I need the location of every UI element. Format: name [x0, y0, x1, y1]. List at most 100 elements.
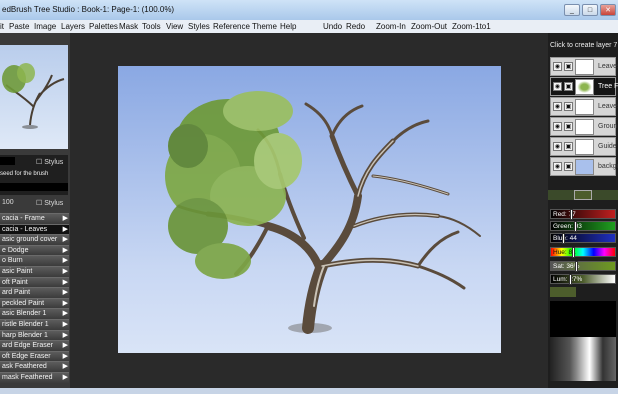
menu-help[interactable]: Help [280, 22, 296, 31]
size-stylus-checkbox[interactable]: ☐ Stylus [36, 199, 63, 207]
brush-item[interactable]: asic Paint ▶ [0, 265, 69, 277]
brush-item[interactable]: cacia - Frame ▶ [0, 213, 69, 224]
eye-icon[interactable]: ◉ [553, 142, 562, 151]
submenu-arrow-icon[interactable]: ▶ [63, 373, 68, 383]
submenu-arrow-icon[interactable]: ▶ [63, 288, 68, 298]
menu-reference[interactable]: Reference [213, 22, 250, 31]
color-mixer[interactable] [550, 301, 616, 381]
eye-icon[interactable]: ◉ [553, 82, 562, 91]
brush-item[interactable]: o Burn ▶ [0, 255, 69, 266]
layer-row[interactable]: ◉▣ Leaves [550, 57, 618, 76]
menu-mask[interactable]: Mask [119, 22, 138, 31]
eye-icon[interactable]: ◉ [553, 162, 562, 171]
brush-item[interactable]: harp Blender 1 ▶ [0, 329, 69, 341]
brush-item[interactable]: asic Blender 1 ▶ [0, 308, 69, 319]
layer-row[interactable]: ◉▣ Tree Fr [550, 77, 618, 96]
red-slider[interactable]: Red: 77 [550, 209, 616, 220]
brush-size-slider[interactable] [0, 183, 68, 191]
submenu-arrow-icon[interactable]: ▶ [63, 267, 68, 277]
menu-paste[interactable]: Paste [9, 22, 29, 31]
green-slider[interactable]: Green: 93 [550, 221, 616, 232]
color-swatch-row[interactable] [548, 190, 618, 200]
sat-slider-thumb[interactable] [575, 261, 578, 272]
menu-styles[interactable]: Styles [188, 22, 210, 31]
layer-row[interactable]: ◉▣ Ground [550, 117, 618, 136]
zoom-out-button[interactable]: Zoom-Out [411, 22, 447, 31]
brush-item[interactable]: oft Paint ▶ [0, 276, 69, 288]
menu-palettes[interactable]: Palettes [89, 22, 118, 31]
brush-item[interactable]: cacia - Leaves ▶ [0, 223, 69, 235]
close-button[interactable]: ✕ [600, 4, 616, 16]
submenu-arrow-icon[interactable]: ▶ [63, 320, 68, 330]
brush-item[interactable]: asic ground cover ▶ [0, 234, 69, 245]
current-color-swatch[interactable] [574, 190, 592, 200]
submenu-arrow-icon[interactable]: ▶ [63, 352, 68, 362]
eye-icon[interactable]: ◉ [553, 62, 562, 71]
create-layer-hint[interactable]: Click to create layer 7 [550, 42, 617, 49]
brush-color-swatch[interactable] [0, 157, 15, 165]
minimize-button[interactable]: _ [564, 4, 580, 16]
green-slider-thumb[interactable] [574, 221, 577, 232]
lock-icon[interactable]: ▣ [564, 162, 573, 171]
brush-item[interactable]: ard Paint ▶ [0, 287, 69, 298]
color-history-swatch[interactable] [550, 287, 576, 297]
menu-theme[interactable]: Theme [252, 22, 277, 31]
lum-slider-thumb[interactable] [569, 274, 572, 285]
submenu-arrow-icon[interactable]: ▶ [63, 331, 68, 341]
submenu-arrow-icon[interactable]: ▶ [63, 256, 68, 266]
submenu-arrow-icon[interactable]: ▶ [63, 362, 68, 372]
menu-layers[interactable]: Layers [61, 22, 85, 31]
luminance-slider[interactable]: Lum: 27% [550, 274, 616, 285]
hue-slider[interactable]: Hue: 81 [550, 247, 616, 258]
red-slider-thumb[interactable] [570, 209, 573, 220]
undo-button[interactable]: Undo [323, 22, 342, 31]
hue-slider-thumb[interactable] [572, 247, 575, 258]
brush-item[interactable]: mask Feathered ▶ [0, 371, 69, 383]
brush-item[interactable]: ard Edge Eraser ▶ [0, 340, 69, 351]
submenu-arrow-icon[interactable]: ▶ [63, 278, 68, 288]
brush-item[interactable]: oft Edge Eraser ▶ [0, 350, 69, 362]
brush-size-value[interactable]: 100 [2, 199, 14, 206]
brush-item[interactable]: ristle Blender 1 ▶ [0, 318, 69, 330]
brush-settings: ☐ Stylus seed for the brush [0, 155, 68, 195]
eye-icon[interactable]: ◉ [553, 122, 562, 131]
menu-edit[interactable]: it [0, 22, 4, 31]
brush-item[interactable]: ask Feathered ▶ [0, 361, 69, 372]
lock-icon[interactable]: ▣ [564, 142, 573, 151]
layer-row[interactable]: ◉ ▣ backgr [550, 157, 618, 176]
redo-button[interactable]: Redo [346, 22, 365, 31]
layer-row[interactable]: ◉▣ Leaves [550, 97, 618, 116]
lock-icon[interactable]: ▣ [564, 122, 573, 131]
navigator-thumbnail[interactable] [0, 45, 68, 149]
zoom-1to1-button[interactable]: Zoom-1to1 [452, 22, 491, 31]
blue-slider[interactable]: Blue: 44 [550, 233, 616, 244]
mixer-palette[interactable] [550, 337, 616, 381]
zoom-in-button[interactable]: Zoom-In [376, 22, 406, 31]
submenu-arrow-icon[interactable]: ▶ [63, 341, 68, 351]
menu-image[interactable]: Image [34, 22, 56, 31]
submenu-arrow-icon[interactable]: ▶ [63, 299, 68, 309]
title-bar: edBrush Tree Studio : Book-1: Page-1: (1… [0, 0, 618, 20]
menu-tools[interactable]: Tools [142, 22, 161, 31]
brush-item[interactable]: e Dodge ▶ [0, 244, 69, 256]
lock-icon[interactable]: ▣ [564, 102, 573, 111]
saturation-slider[interactable]: Sat: 36% [550, 261, 616, 272]
layer-row[interactable]: ◉ ▣ Guide [550, 137, 617, 156]
submenu-arrow-icon[interactable]: ▶ [63, 235, 68, 245]
lock-icon[interactable]: ▣ [564, 82, 573, 91]
submenu-arrow-icon[interactable]: ▶ [63, 225, 68, 235]
maximize-button[interactable]: □ [582, 4, 598, 16]
menu-view[interactable]: View [166, 22, 183, 31]
canvas-area[interactable] [70, 33, 548, 388]
submenu-arrow-icon[interactable]: ▶ [63, 246, 68, 256]
stylus-checkbox[interactable]: ☐ Stylus [36, 158, 63, 166]
lock-icon[interactable]: ▣ [564, 62, 573, 71]
blue-slider-thumb[interactable] [562, 233, 565, 244]
brush-item-label: asic Paint [2, 267, 33, 275]
drawing-canvas[interactable] [118, 66, 501, 353]
brush-item-label: ask Feathered [2, 363, 47, 371]
brush-item[interactable]: peckled Paint ▶ [0, 297, 69, 309]
eye-icon[interactable]: ◉ [553, 102, 562, 111]
submenu-arrow-icon[interactable]: ▶ [63, 214, 68, 224]
submenu-arrow-icon[interactable]: ▶ [63, 309, 68, 319]
